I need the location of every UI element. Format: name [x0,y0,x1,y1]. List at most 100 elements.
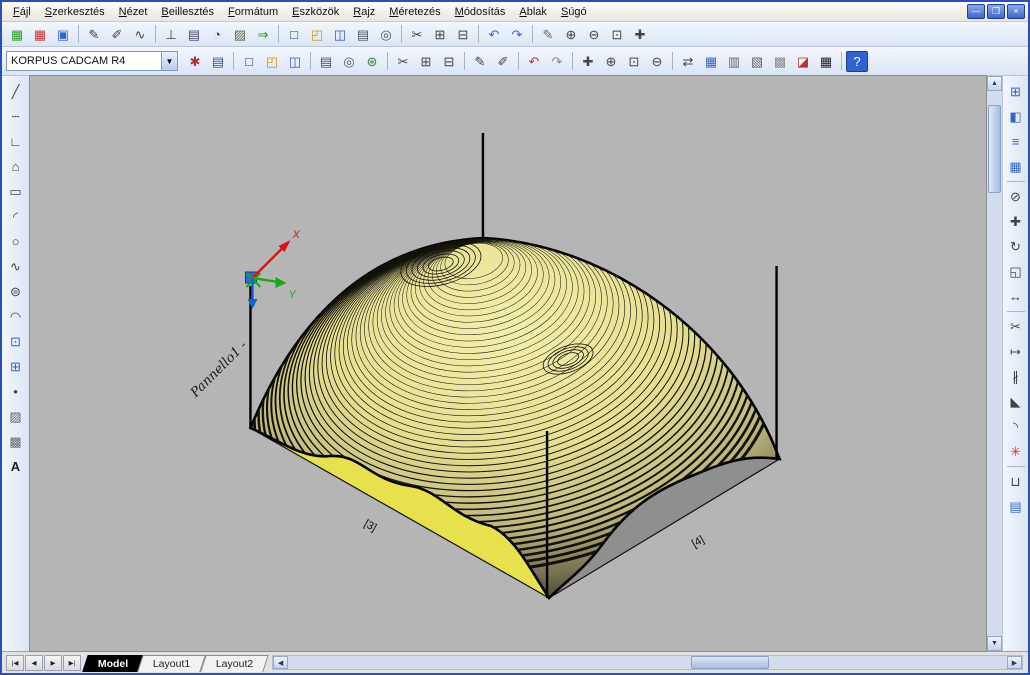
scroll-up-button[interactable]: ▲ [987,76,1002,91]
menu-rajz[interactable]: Rajz [346,4,382,20]
cut-icon[interactable]: ✂ [406,24,428,45]
undo-icon[interactable]: ↶ [523,51,545,72]
zoom-in-icon[interactable]: ⊕ [560,24,582,45]
layers-icon[interactable]: ▤ [207,51,229,72]
sketch-icon[interactable]: ✎ [537,24,559,45]
undo-icon[interactable]: ↶ [483,24,505,45]
print-icon[interactable]: ▤ [352,24,374,45]
menu-eszkozok[interactable]: Eszközök [285,4,346,20]
zoom-out-icon[interactable]: ⊖ [583,24,605,45]
scroll-down-button[interactable]: ▼ [987,636,1002,651]
mtext-icon[interactable]: A [4,454,28,479]
image-icon[interactable]: ▩ [769,51,791,72]
menu-nezet[interactable]: Nézet [112,4,155,20]
spline-pencil-icon[interactable]: ✐ [106,24,128,45]
combo-dropdown-arrow[interactable]: ▼ [161,52,177,70]
cut-icon[interactable]: ✂ [392,51,414,72]
line-icon[interactable]: ╱ [4,79,28,104]
vertical-scrollbar[interactable]: ▲ ▼ [986,76,1002,651]
rectangle-icon[interactable]: ▭ [4,179,28,204]
mirror-icon[interactable]: ◧ [1004,104,1028,129]
named-ucs-icon[interactable]: ⊥ [160,24,182,45]
plot-preview-icon[interactable]: ◎ [338,51,360,72]
circle-icon[interactable]: ○ [4,229,28,254]
construction-line-icon[interactable]: ┄ [4,104,28,129]
tab-layout1[interactable]: Layout1 [138,655,207,672]
ellipse-icon[interactable]: ⊜ [4,279,28,304]
minimize-button[interactable]: — [967,4,985,19]
export-icon[interactable]: ⇒ [252,24,274,45]
zoom-window-icon[interactable]: ⊡ [623,51,645,72]
extend-icon[interactable]: ↦ [1004,339,1028,364]
redo-icon[interactable]: ↷ [506,24,528,45]
join-icon[interactable]: ⊔ [1004,469,1028,494]
cam-table-red-icon[interactable]: ▦ [29,24,51,45]
next-tab-button[interactable]: ▶ [44,655,62,671]
zoom-previous-icon[interactable]: ⊖ [646,51,668,72]
plot-icon[interactable]: ▤ [315,51,337,72]
move-icon[interactable]: ✚ [1004,209,1028,234]
vertical-scroll-track[interactable] [987,91,1002,636]
region-icon[interactable]: ▩ [4,429,28,454]
curve-icon[interactable]: ∿ [129,24,151,45]
save-icon[interactable]: ◫ [329,24,351,45]
measure-icon[interactable]: ⇄ [677,51,699,72]
help-icon[interactable]: ? [846,51,868,72]
vertical-scroll-thumb[interactable] [988,105,1001,193]
point-icon[interactable]: • [4,379,28,404]
menu-beillesztes[interactable]: Beillesztés [154,4,221,20]
copy-object-icon[interactable]: ⊞ [1004,79,1028,104]
menu-ablak[interactable]: Ablak [512,4,554,20]
pan-icon[interactable]: ✚ [629,24,651,45]
scale-icon[interactable]: ◱ [1004,259,1028,284]
tab-model[interactable]: Model [82,655,144,672]
zoom-realtime-icon[interactable]: ⊕ [600,51,622,72]
polyline-icon[interactable]: ∟ [4,129,28,154]
paste-icon[interactable]: ⊟ [438,51,460,72]
arc-icon[interactable]: ◜ [4,204,28,229]
fillet-icon[interactable]: ◝ [1004,414,1028,439]
open-file-icon[interactable]: ◰ [306,24,328,45]
horizontal-scroll-thumb[interactable] [691,656,769,669]
hatch-icon[interactable]: ▨ [4,404,28,429]
offset-icon[interactable]: ≡ [1004,129,1028,154]
break-icon[interactable]: ∦ [1004,364,1028,389]
sheet-set-icon[interactable]: ▥ [723,51,745,72]
properties-icon[interactable]: ▤ [1004,494,1028,519]
erase-icon[interactable]: ⊘ [1004,184,1028,209]
cam-solid-icon[interactable]: ▣ [52,24,74,45]
cam-table-green-icon[interactable]: ▦ [6,24,28,45]
table-icon[interactable]: ▦ [700,51,722,72]
preview-icon[interactable]: ◎ [375,24,397,45]
pan-icon[interactable]: ✚ [577,51,599,72]
scroll-right-button[interactable]: ▶ [1007,656,1022,669]
ellipse-arc-icon[interactable]: ◠ [4,304,28,329]
menu-sugo[interactable]: Súgó [554,4,594,20]
menu-meretezes[interactable]: Méretezés [382,4,447,20]
polyline-edit-icon[interactable]: ✐ [492,51,514,72]
menu-szerkesztes[interactable]: Szerkesztés [38,4,112,20]
insert-block-icon[interactable]: ⊡ [4,329,28,354]
ole-icon[interactable]: ◪ [792,51,814,72]
menu-modositas[interactable]: Módosítás [448,4,513,20]
new-file-icon[interactable]: □ [283,24,305,45]
scroll-left-button[interactable]: ◀ [273,656,288,669]
spline-icon[interactable]: ∿ [4,254,28,279]
restore-button[interactable]: ❐ [987,4,1005,19]
pencil-icon[interactable]: ✎ [83,24,105,45]
polygon-icon[interactable]: ⌂ [4,154,28,179]
redo-icon[interactable]: ↷ [546,51,568,72]
zoom-extents-icon[interactable]: ⊡ [606,24,628,45]
tool-palettes-icon[interactable]: ✱ [184,51,206,72]
last-tab-button[interactable]: ▶| [63,655,81,671]
orbit-icon[interactable]: ◔ [206,24,228,45]
explode-icon[interactable]: ✳ [1004,439,1028,464]
stretch-icon[interactable]: ↔ [1004,284,1028,309]
render-icon[interactable]: ▨ [229,24,251,45]
horizontal-scroll-track[interactable] [288,656,1007,669]
cam-project-combo[interactable]: KORPUS CADCAM R4 ▼ [6,51,178,71]
open-file-icon[interactable]: ◰ [261,51,283,72]
new-file-icon[interactable]: □ [238,51,260,72]
save-icon[interactable]: ◫ [284,51,306,72]
prev-tab-button[interactable]: ◀ [25,655,43,671]
